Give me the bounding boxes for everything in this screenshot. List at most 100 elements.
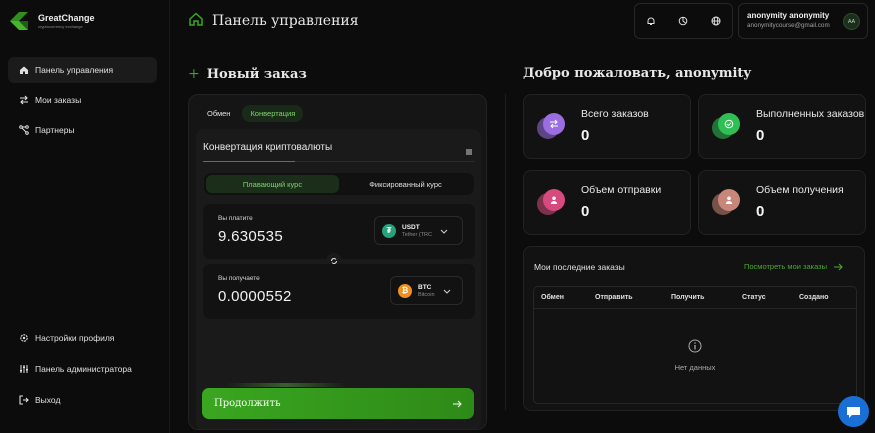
column-header: Создано: [799, 294, 829, 301]
page-title-block: Панель управления: [188, 10, 359, 32]
order-type-tabs: Обмен Конвертация: [199, 105, 304, 122]
receive-coin-select[interactable]: ₿ BTC Bitcoin: [390, 276, 463, 305]
pay-coin-network: Tether (TRC: [402, 231, 432, 238]
column-header: Статус: [742, 294, 766, 301]
chevron-down-icon: [443, 289, 450, 294]
stat-label: Объем получения: [756, 184, 844, 196]
swap-icon: [18, 95, 29, 106]
new-order-panel: Обмен Конвертация Конвертация криптовалю…: [188, 94, 487, 430]
tab-conversion[interactable]: Конвертация: [242, 105, 304, 122]
check-circle-icon: [712, 113, 742, 143]
sidebar-item-my-orders[interactable]: Мои заказы: [8, 87, 157, 113]
sidebar-item-label: Мои заказы: [35, 95, 82, 105]
header-actions: [634, 3, 733, 39]
home-icon: [18, 65, 29, 76]
page-title: Панель управления: [212, 13, 359, 29]
brand-logo[interactable]: GreatChange cryptocurrency exchange: [8, 10, 95, 32]
pay-coin-symbol: USDT: [402, 223, 420, 231]
receive-amount: 0.0000552: [218, 288, 292, 305]
table-header: Обмен Отправить Получить Статус Создано: [534, 287, 856, 309]
stat-label: Всего заказов: [581, 108, 649, 120]
sliders-icon: [18, 364, 29, 375]
stat-label: Объем отправки: [581, 184, 662, 196]
empty-text: Нет данных: [674, 363, 716, 372]
receive-coin-symbol: BTC: [418, 283, 432, 291]
btc-icon: ₿: [398, 283, 412, 298]
recent-orders-card: Мои последние заказы Посмотреть мои зака…: [523, 246, 865, 411]
converter-title: Конвертация криптовалюты: [203, 142, 333, 153]
stat-completed-orders: Выполненных заказов 0: [698, 94, 866, 159]
stat-value: 0: [756, 127, 765, 144]
bell-icon[interactable]: [643, 13, 659, 29]
column-header: Отправить: [595, 294, 633, 301]
receive-label: Вы получаете: [218, 275, 260, 282]
logout-icon: [18, 395, 29, 406]
converter-title-underline: [203, 161, 295, 162]
welcome-title: Добро пожаловать, anonymity: [523, 66, 751, 81]
stat-value: 0: [581, 203, 590, 220]
sidebar-item-profile-settings[interactable]: Настройки профиля: [8, 325, 157, 351]
sidebar-item-partners[interactable]: Партнеры: [8, 117, 157, 143]
pay-amount-input[interactable]: 9.630535: [218, 228, 283, 245]
divider: [295, 161, 475, 162]
sidebar-item-admin-panel[interactable]: Панель администратора: [8, 356, 157, 382]
continue-button[interactable]: Продолжить: [202, 388, 474, 419]
view-my-orders-link[interactable]: Посмотреть мои заказы: [744, 262, 843, 271]
chat-button[interactable]: [838, 396, 869, 427]
brand-tagline: cryptocurrency exchange: [38, 23, 83, 29]
sidebar-item-label: Партнеры: [35, 125, 75, 135]
chevron-down-icon: [440, 229, 448, 234]
sidebar-item-label: Настройки профиля: [35, 333, 115, 343]
stat-value: 0: [756, 203, 765, 220]
pay-coin-select[interactable]: ₮ USDT Tether (TRC: [374, 216, 463, 245]
stat-receive-volume: Объем получения 0: [698, 170, 866, 235]
logo-mark-icon: [8, 10, 30, 32]
pay-amount-box: Вы платите 9.630535 ₮ USDT Tether (TRC: [203, 204, 475, 259]
sidebar-item-label: Выход: [35, 395, 61, 405]
chat-icon: [847, 406, 860, 418]
decorative-glow: [226, 383, 346, 387]
sidebar-item-label: Панель администратора: [35, 364, 132, 374]
divider: [505, 94, 506, 410]
sidebar: GreatChange cryptocurrency exchange Пане…: [0, 0, 170, 433]
moon-icon[interactable]: [675, 13, 691, 29]
share-icon: [18, 125, 29, 136]
continue-label: Продолжить: [214, 398, 281, 409]
arrow-right-icon: [453, 400, 462, 407]
avatar[interactable]: AA: [843, 13, 860, 30]
converter-card: Конвертация криптовалюты Плавающий курс …: [196, 129, 481, 429]
recent-orders-table: Обмен Отправить Получить Статус Создано …: [533, 286, 857, 404]
pay-label: Вы платите: [218, 215, 253, 222]
usdt-icon: ₮: [382, 223, 396, 238]
brand-name: GreatChange: [38, 12, 95, 23]
stat-label: Выполненных заказов: [756, 108, 865, 120]
recent-orders-title: Мои последние заказы: [534, 262, 625, 272]
user-icon: [712, 189, 742, 219]
home-icon: [188, 11, 204, 32]
arrow-right-icon: [834, 263, 843, 270]
user-icon: [537, 189, 567, 219]
globe-icon[interactable]: [708, 13, 724, 29]
empty-state: Нет данных: [534, 339, 856, 372]
plus-icon: +: [188, 66, 200, 82]
receive-coin-network: Bitcoin: [418, 291, 435, 298]
menu-icon[interactable]: [465, 143, 473, 155]
stat-total-orders: Всего заказов 0: [523, 94, 691, 159]
rate-type-toggle: Плавающий курс Фиксированный курс: [204, 173, 474, 195]
floating-rate-option[interactable]: Плавающий курс: [206, 175, 339, 193]
info-icon: [688, 339, 702, 353]
fixed-rate-option[interactable]: Фиксированный курс: [339, 175, 472, 193]
column-header: Обмен: [541, 294, 564, 301]
new-order-title: Новый заказ: [206, 66, 307, 82]
column-header: Получить: [671, 294, 705, 301]
sidebar-item-logout[interactable]: Выход: [8, 387, 157, 413]
stat-value: 0: [581, 127, 590, 144]
receive-amount-box: Вы получаете 0.0000552 ₿ BTC Bitcoin: [203, 264, 475, 319]
link-label: Посмотреть мои заказы: [743, 262, 827, 271]
user-menu[interactable]: anonymity anonymity anonymitycourse@gmai…: [738, 3, 868, 39]
sidebar-item-dashboard[interactable]: Панель управления: [8, 57, 157, 83]
new-order-heading: + Новый заказ: [188, 66, 307, 82]
gear-icon: [18, 333, 29, 344]
tab-exchange[interactable]: Обмен: [199, 105, 238, 122]
stat-send-volume: Объем отправки 0: [523, 170, 691, 235]
